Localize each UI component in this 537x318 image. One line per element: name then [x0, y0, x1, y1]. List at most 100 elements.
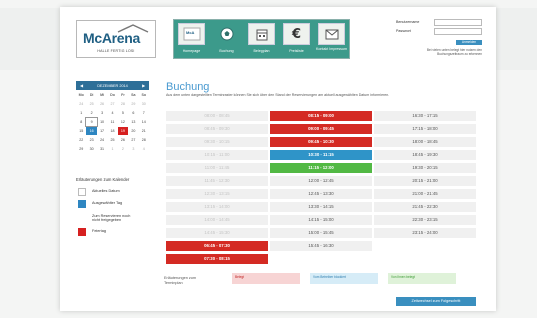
username-input[interactable] — [434, 19, 482, 26]
calendar-day[interactable]: 5 — [118, 109, 128, 117]
time-slot[interactable]: 18:45 - 19:30 — [374, 150, 476, 160]
time-slot[interactable]: 19:30 - 20:15 — [374, 163, 476, 173]
euro-icon: € — [283, 23, 310, 45]
logo[interactable]: McArena HALLE FERTIG LOSI — [76, 20, 156, 58]
time-slot[interactable]: 14:00 - 14:45 — [166, 215, 268, 225]
nav-item-kontakt[interactable]: Kontakt Impressum — [314, 20, 349, 58]
time-slot[interactable]: 08:45 - 09:30 — [166, 124, 268, 134]
calendar-day[interactable]: 8 — [76, 118, 86, 126]
calendar-day[interactable]: 22 — [76, 136, 86, 144]
time-slot[interactable]: 10:30 - 11:15 — [270, 150, 372, 160]
time-slot[interactable]: 22:30 - 23:15 — [374, 215, 476, 225]
calendar-day[interactable]: 28 — [139, 136, 149, 144]
calendar-day[interactable]: 3 — [97, 109, 107, 117]
time-slot[interactable]: 14:45 - 15:30 — [166, 228, 268, 238]
calendar-day[interactable]: 2 — [86, 109, 96, 117]
time-slot[interactable]: 09:00 - 09:45 — [270, 124, 372, 134]
time-slot[interactable]: 08:15 - 09:00 — [270, 111, 372, 121]
nav-label-homepage: Homepage — [182, 49, 201, 53]
login-form: Benutzername Passwort Anmelden Bei viele… — [396, 19, 482, 63]
time-slot[interactable]: 11:15 - 12:00 — [270, 163, 372, 173]
booking-legend-title: Erläuterungen zum Terminplan — [164, 276, 197, 285]
time-slot[interactable]: 09:30 - 10:15 — [166, 137, 268, 147]
main-navigation: McA Homepage Buchung Belegplan € Preisli… — [173, 19, 350, 59]
legend-label: Zum Reservieren noch nicht freigegeben — [92, 213, 131, 223]
calendar-day[interactable]: 21 — [139, 127, 149, 135]
calendar-day[interactable]: 10 — [97, 118, 107, 126]
nav-item-buchung[interactable]: Buchung — [209, 20, 244, 58]
calendar-day[interactable]: 17 — [97, 127, 107, 135]
calendar-day[interactable]: 24 — [76, 100, 86, 108]
time-slot[interactable]: 20:15 - 21:00 — [374, 176, 476, 186]
login-button[interactable]: Anmelden — [456, 40, 482, 45]
calendar-day[interactable]: 16 — [86, 127, 97, 135]
time-slot[interactable]: 12:45 - 13:30 — [270, 189, 372, 199]
calendar-day[interactable]: 26 — [97, 100, 107, 108]
calendar-day[interactable]: 7 — [139, 109, 149, 117]
time-slot[interactable]: 09:45 - 10:30 — [270, 137, 372, 147]
mail-icon — [318, 23, 345, 45]
calendar-day[interactable]: 27 — [107, 100, 117, 108]
time-slot[interactable]: 12:30 - 13:15 — [166, 189, 268, 199]
calendar-day[interactable]: 13 — [128, 118, 138, 126]
nav-item-preisliste[interactable]: € Preisliste — [279, 20, 314, 58]
calendar-day[interactable]: 4 — [107, 109, 117, 117]
calendar-day[interactable]: 15 — [76, 127, 86, 135]
calendar-day[interactable]: 1 — [107, 145, 117, 153]
time-slot[interactable]: 23:15 - 24:00 — [374, 228, 476, 238]
calendar-day[interactable]: 31 — [97, 145, 107, 153]
calendar-day[interactable]: 12 — [118, 118, 128, 126]
calendar-prev-icon[interactable]: ◀ — [80, 83, 83, 88]
time-slot[interactable]: 21:45 - 22:30 — [374, 202, 476, 212]
time-slot[interactable]: 18:00 - 18:45 — [374, 137, 476, 147]
time-slot[interactable]: 14:15 - 15:00 — [270, 215, 372, 225]
calendar-day[interactable]: 1 — [76, 109, 86, 117]
time-slot[interactable]: 11:00 - 11:45 — [166, 163, 268, 173]
nav-item-homepage[interactable]: McA Homepage — [174, 20, 209, 58]
calendar-day[interactable]: 18 — [107, 127, 117, 135]
calendar-day[interactable]: 30 — [139, 100, 149, 108]
time-slot[interactable]: 21:00 - 21:45 — [374, 189, 476, 199]
calendar-day[interactable]: 26 — [118, 136, 128, 144]
calendar-day[interactable]: 11 — [107, 118, 117, 126]
time-slot[interactable]: 15:00 - 15:45 — [270, 228, 372, 238]
calendar-day[interactable]: 4 — [139, 145, 149, 153]
next-step-button[interactable]: Zeitwechsel zum Folgeschritt — [396, 297, 476, 306]
calendar-day[interactable]: 25 — [107, 136, 117, 144]
time-slot[interactable]: 16:30 - 17:15 — [374, 111, 476, 121]
time-slot[interactable]: 15:45 - 16:30 — [270, 241, 372, 251]
logo-name: McArena — [83, 30, 141, 46]
calendar-legend-title: Erläuterungen zum Kalender — [76, 177, 130, 182]
time-slot[interactable]: 17:15 - 18:00 — [374, 124, 476, 134]
password-input[interactable] — [434, 28, 482, 35]
nav-item-belegplan[interactable]: Belegplan — [244, 20, 279, 58]
time-slot[interactable]: 13:30 - 14:15 — [270, 202, 372, 212]
calendar-day[interactable]: 19 — [117, 127, 129, 135]
time-slot[interactable]: 07:30 - 08:15 — [166, 254, 268, 264]
time-slot[interactable]: 12:00 - 12:45 — [270, 176, 372, 186]
calendar-day[interactable]: 2 — [118, 145, 128, 153]
calendar-day[interactable]: 28 — [118, 100, 128, 108]
page-description: Aus dem unten dargestellten Terminraster… — [166, 93, 390, 97]
time-slot[interactable]: 11:45 - 12:30 — [166, 176, 268, 186]
calendar-day[interactable]: 27 — [128, 136, 138, 144]
time-slot[interactable]: 06:45 - 07:30 — [166, 241, 268, 251]
calendar-day[interactable]: 25 — [86, 100, 96, 108]
time-slot-grid: 08:00 - 08:45 08:45 - 09:30 09:30 - 10:15 1… — [166, 111, 476, 264]
calendar-day[interactable]: 29 — [76, 145, 86, 153]
calendar-day[interactable]: 29 — [128, 100, 138, 108]
legend-swatch — [78, 187, 86, 196]
calendar-day[interactable]: 3 — [128, 145, 138, 153]
calendar-day[interactable]: 24 — [97, 136, 107, 144]
calendar-day[interactable]: 20 — [128, 127, 138, 135]
calendar-day[interactable]: 23 — [86, 136, 96, 144]
time-slot[interactable]: 13:15 - 14:00 — [166, 202, 268, 212]
calendar-day[interactable]: 9 — [85, 117, 98, 127]
calendar-next-icon[interactable]: ▶ — [142, 83, 145, 88]
time-slot[interactable]: 10:15 - 11:00 — [166, 150, 268, 160]
time-slot[interactable]: 08:00 - 08:45 — [166, 111, 268, 121]
calendar-weekday: Di — [89, 93, 94, 97]
calendar-day[interactable]: 14 — [139, 118, 149, 126]
calendar-day[interactable]: 30 — [86, 145, 96, 153]
calendar-day[interactable]: 6 — [128, 109, 138, 117]
